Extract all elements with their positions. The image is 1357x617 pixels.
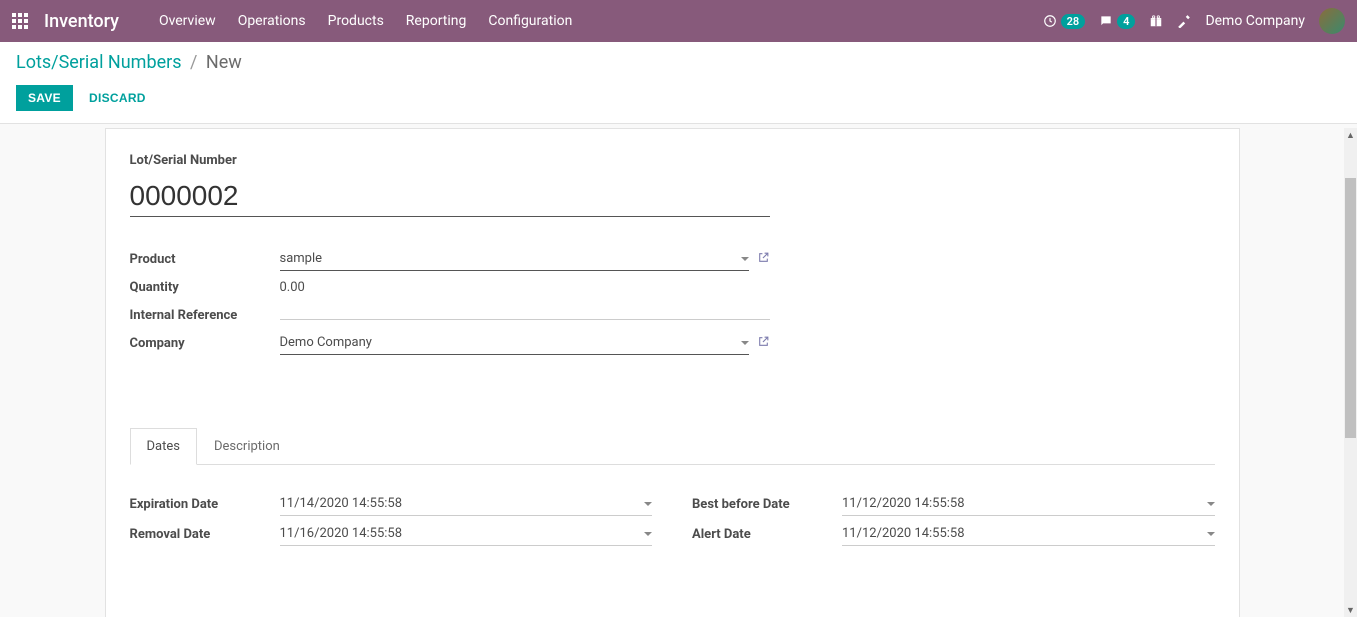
- gift-icon[interactable]: [1149, 14, 1163, 28]
- content-area: Lot/Serial Number Product sample Quantit…: [0, 128, 1344, 617]
- form-group: Product sample Quantity 0.00 Internal Re…: [130, 245, 770, 357]
- clock-icon: [1043, 14, 1057, 28]
- breadcrumb-separator: /: [190, 52, 197, 73]
- tab-bar: Dates Description: [130, 427, 1215, 465]
- chevron-down-icon: [1207, 532, 1215, 536]
- external-link-icon[interactable]: [757, 335, 770, 352]
- product-label: Product: [130, 252, 280, 267]
- button-row: SAVE DISCARD: [16, 85, 1341, 111]
- best-before-date-label: Best before Date: [692, 497, 842, 512]
- form-sheet: Lot/Serial Number Product sample Quantit…: [105, 128, 1240, 617]
- alert-date-input[interactable]: 11/12/2020 14:55:58: [842, 522, 1215, 546]
- internal-ref-label: Internal Reference: [130, 308, 280, 323]
- tab-dates[interactable]: Dates: [130, 428, 197, 465]
- internal-ref-input[interactable]: [280, 311, 770, 320]
- main-nav: Overview Operations Products Reporting C…: [159, 13, 572, 29]
- serial-number-input[interactable]: [130, 176, 770, 217]
- discuss-indicator[interactable]: 4: [1099, 14, 1135, 29]
- scroll-up-icon[interactable]: ▲: [1344, 128, 1357, 142]
- nav-reporting[interactable]: Reporting: [406, 13, 467, 29]
- activity-badge: 28: [1061, 14, 1086, 29]
- breadcrumb-current: New: [206, 52, 242, 73]
- external-link-icon[interactable]: [757, 251, 770, 268]
- product-select[interactable]: sample: [280, 247, 749, 271]
- expiration-date-row: Expiration Date 11/14/2020 14:55:58: [130, 489, 653, 519]
- scroll-down-icon[interactable]: ▼: [1344, 603, 1357, 617]
- scroll-thumb[interactable]: [1345, 178, 1356, 438]
- expiration-date-label: Expiration Date: [130, 497, 280, 512]
- chevron-down-icon: [741, 341, 749, 345]
- company-select[interactable]: Demo Company: [280, 331, 749, 355]
- best-before-date-row: Best before Date 11/12/2020 14:55:58: [692, 489, 1215, 519]
- nav-configuration[interactable]: Configuration: [488, 13, 572, 29]
- vertical-scrollbar[interactable]: ▲ ▼: [1344, 128, 1357, 617]
- alert-date-label: Alert Date: [692, 527, 842, 542]
- topbar-right: 28 4 Demo Company: [1043, 8, 1345, 34]
- breadcrumb: Lots/Serial Numbers / New: [16, 52, 1341, 73]
- company-selector[interactable]: Demo Company: [1205, 13, 1305, 29]
- discard-button[interactable]: DISCARD: [77, 85, 158, 111]
- chevron-down-icon: [644, 502, 652, 506]
- apps-icon[interactable]: [12, 13, 28, 29]
- chevron-down-icon: [741, 257, 749, 261]
- nav-overview[interactable]: Overview: [159, 13, 216, 29]
- chat-icon: [1099, 14, 1113, 28]
- nav-operations[interactable]: Operations: [238, 13, 306, 29]
- company-label: Company: [130, 336, 280, 351]
- tab-description[interactable]: Description: [197, 428, 297, 465]
- product-value: sample: [280, 251, 323, 266]
- best-before-date-input[interactable]: 11/12/2020 14:55:58: [842, 492, 1215, 516]
- best-before-date-value: 11/12/2020 14:55:58: [842, 496, 965, 511]
- alert-date-value: 11/12/2020 14:55:58: [842, 526, 965, 541]
- tab-content-dates: Expiration Date 11/14/2020 14:55:58 Remo…: [130, 465, 1215, 549]
- alert-date-row: Alert Date 11/12/2020 14:55:58: [692, 519, 1215, 549]
- chevron-down-icon: [1207, 502, 1215, 506]
- app-title: Inventory: [44, 11, 119, 32]
- company-row: Company Demo Company: [130, 329, 770, 357]
- control-panel: Lots/Serial Numbers / New SAVE DISCARD: [0, 42, 1357, 124]
- activity-indicator[interactable]: 28: [1043, 14, 1086, 29]
- nav-products[interactable]: Products: [328, 13, 384, 29]
- dates-col-left: Expiration Date 11/14/2020 14:55:58 Remo…: [130, 489, 653, 549]
- dates-col-right: Best before Date 11/12/2020 14:55:58 Ale…: [692, 489, 1215, 549]
- product-row: Product sample: [130, 245, 770, 273]
- quantity-row: Quantity 0.00: [130, 273, 770, 301]
- removal-date-input[interactable]: 11/16/2020 14:55:58: [280, 522, 653, 546]
- save-button[interactable]: SAVE: [16, 85, 73, 111]
- serial-number-label: Lot/Serial Number: [130, 153, 1215, 168]
- removal-date-row: Removal Date 11/16/2020 14:55:58: [130, 519, 653, 549]
- expiration-date-value: 11/14/2020 14:55:58: [280, 496, 403, 511]
- quantity-value: 0.00: [280, 276, 305, 299]
- expiration-date-input[interactable]: 11/14/2020 14:55:58: [280, 492, 653, 516]
- user-avatar[interactable]: [1319, 8, 1345, 34]
- removal-date-label: Removal Date: [130, 527, 280, 542]
- chevron-down-icon: [644, 532, 652, 536]
- internal-ref-row: Internal Reference: [130, 301, 770, 329]
- discuss-badge: 4: [1117, 14, 1135, 29]
- breadcrumb-parent[interactable]: Lots/Serial Numbers: [16, 52, 182, 73]
- company-value: Demo Company: [280, 335, 372, 350]
- wrench-icon[interactable]: [1177, 14, 1191, 28]
- top-navbar: Inventory Overview Operations Products R…: [0, 0, 1357, 42]
- removal-date-value: 11/16/2020 14:55:58: [280, 526, 403, 541]
- quantity-label: Quantity: [130, 280, 280, 295]
